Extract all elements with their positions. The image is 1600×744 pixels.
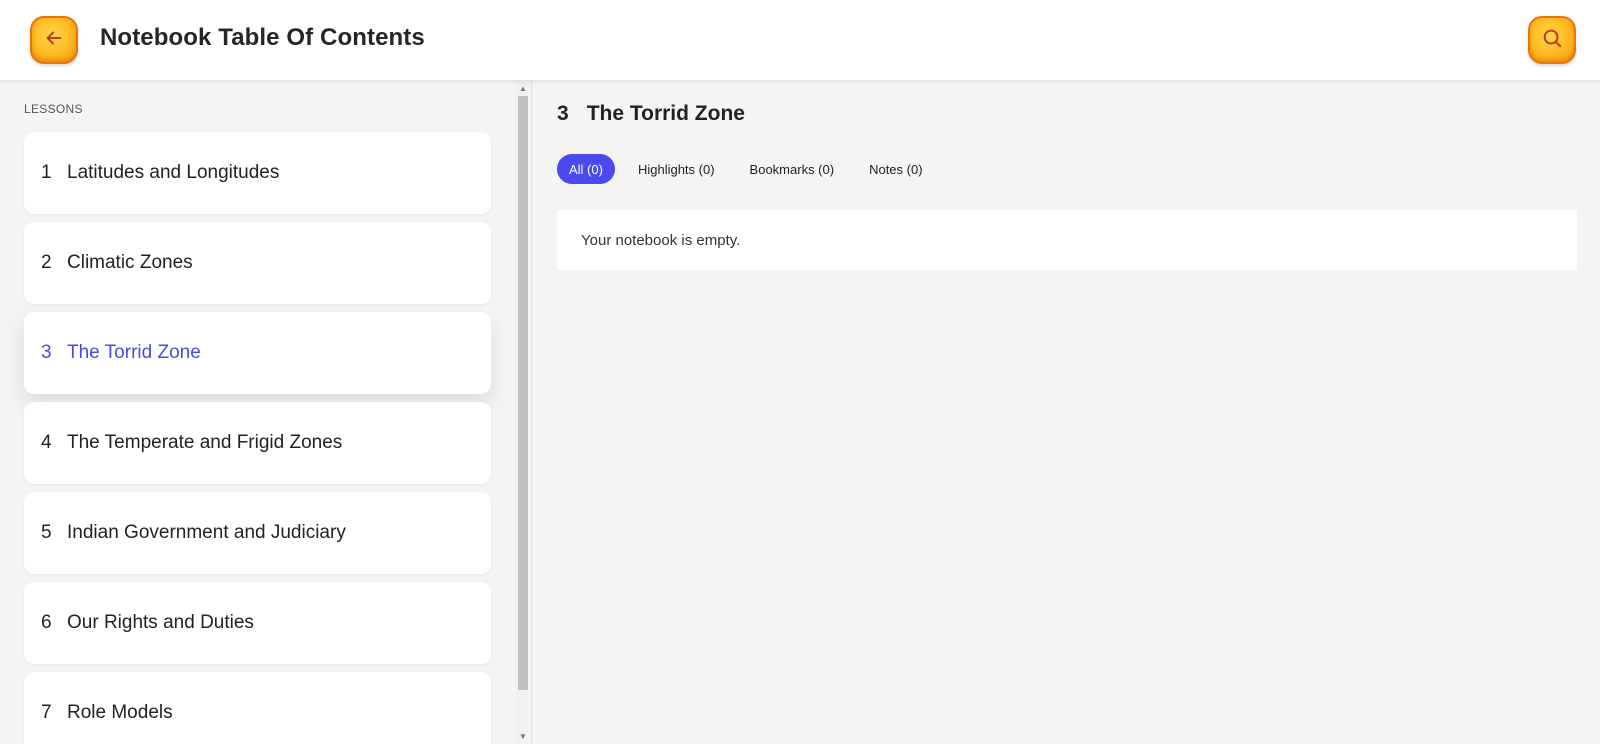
sidebar-scrollbar[interactable]: ▲ ▼ (515, 80, 531, 744)
lesson-title: Indian Government and Judiciary (67, 522, 346, 543)
chapter-title: The Torrid Zone (586, 102, 745, 125)
scroll-up-arrow-icon[interactable]: ▲ (515, 80, 531, 96)
arrow-left-icon (43, 27, 65, 54)
lessons-heading: LESSONS (24, 102, 83, 116)
lesson-item[interactable]: 2 Climatic Zones (24, 222, 491, 304)
lesson-number: 3 (41, 342, 52, 363)
lesson-number: 2 (41, 252, 52, 273)
lesson-number: 7 (41, 702, 52, 723)
back-button[interactable] (30, 16, 78, 64)
lesson-title: The Torrid Zone (67, 342, 201, 363)
notebook-panel: 3 The Torrid Zone All (0) Highlights (0) … (532, 80, 1600, 744)
scrollbar-thumb[interactable] (518, 96, 528, 690)
empty-message: Your notebook is empty. (581, 231, 741, 249)
lesson-number: 5 (41, 522, 52, 543)
empty-state: Your notebook is empty. (557, 210, 1577, 270)
lesson-title: Latitudes and Longitudes (67, 162, 280, 183)
lesson-item[interactable]: 5 Indian Government and Judiciary (24, 492, 491, 574)
chapter-number: 3 (557, 102, 569, 125)
tab-bookmarks[interactable]: Bookmarks (0) (738, 154, 847, 184)
lesson-number: 1 (41, 162, 52, 183)
lesson-title: Role Models (67, 702, 173, 723)
lesson-item-active[interactable]: 3 The Torrid Zone (24, 312, 491, 394)
page-title: Notebook Table Of Contents (100, 24, 425, 51)
lesson-number: 6 (41, 612, 52, 633)
filter-tabs: All (0) Highlights (0) Bookmarks (0) Not… (557, 154, 946, 184)
lesson-title: Climatic Zones (67, 252, 193, 273)
tab-all[interactable]: All (0) (557, 154, 615, 184)
tab-notes[interactable]: Notes (0) (857, 154, 934, 184)
lesson-number: 4 (41, 432, 52, 453)
chapter-heading: 3 The Torrid Zone (557, 102, 745, 126)
scroll-down-arrow-icon[interactable]: ▼ (515, 728, 531, 744)
lesson-item[interactable]: 7 Role Models (24, 672, 491, 744)
top-bar: Notebook Table Of Contents (0, 0, 1600, 80)
search-icon (1541, 27, 1563, 54)
tab-highlights[interactable]: Highlights (0) (626, 154, 727, 184)
lesson-title: The Temperate and Frigid Zones (67, 432, 343, 453)
lesson-list: 1 Latitudes and Longitudes 2 Climatic Zo… (24, 132, 491, 744)
search-button[interactable] (1528, 16, 1576, 64)
lesson-item[interactable]: 6 Our Rights and Duties (24, 582, 491, 664)
lesson-item[interactable]: 1 Latitudes and Longitudes (24, 132, 491, 214)
lesson-item[interactable]: 4 The Temperate and Frigid Zones (24, 402, 491, 484)
lesson-title: Our Rights and Duties (67, 612, 254, 633)
lessons-sidebar: LESSONS 1 Latitudes and Longitudes 2 Cli… (0, 80, 532, 744)
